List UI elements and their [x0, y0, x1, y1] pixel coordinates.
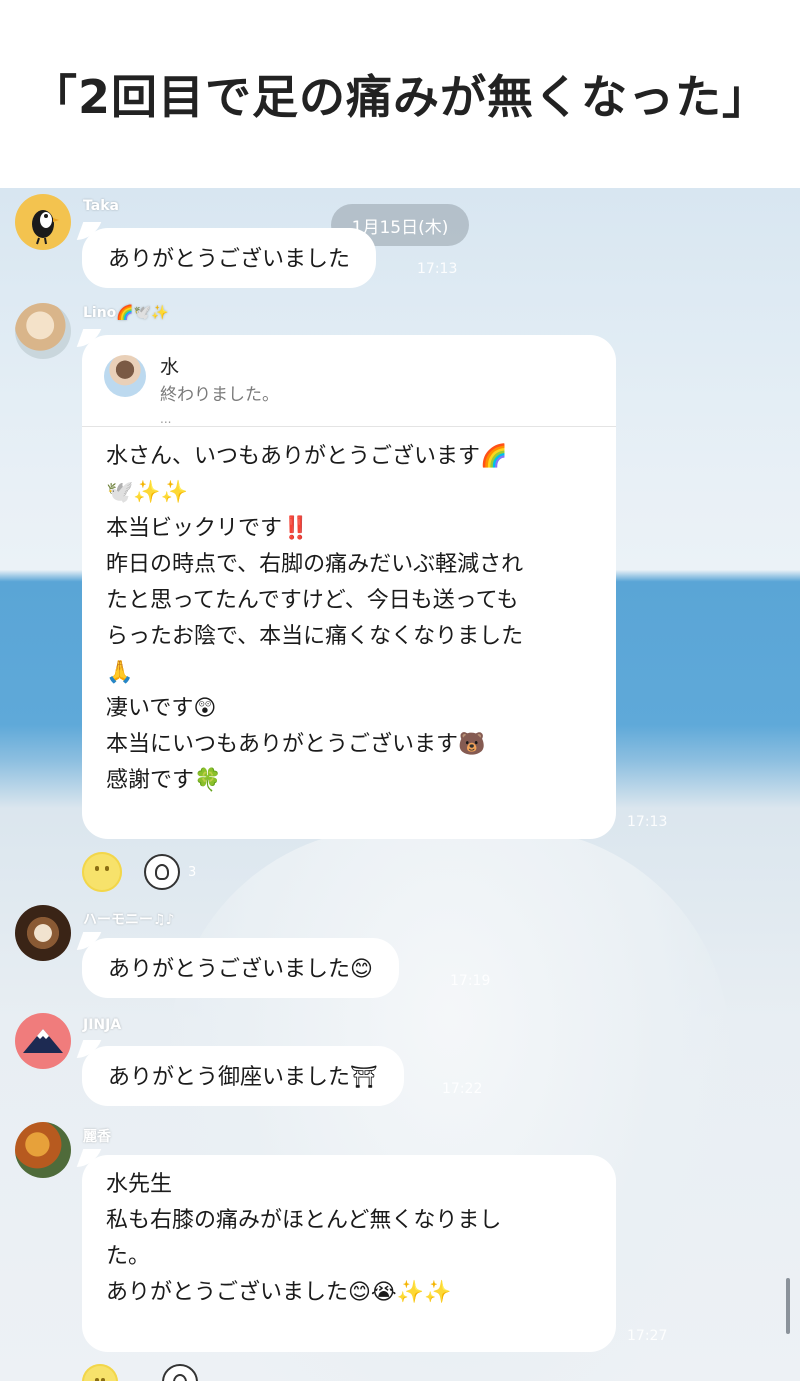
message-line: 昨日の時点で、右脚の痛みだいぶ軽減され [106, 552, 524, 577]
timestamp: 17:27 [627, 1328, 668, 1344]
message-line: 水さん、いつもありがとうございます🌈 [106, 444, 508, 469]
avatar-jinja[interactable] [15, 1013, 71, 1069]
sender-name: Lino🌈🕊️✨ [83, 305, 169, 321]
message-text: 水先生 私も右膝の痛みがほとんど無くなりまし た。 ありがとうございました😊😭✨… [82, 1155, 616, 1323]
message-bubble[interactable]: 水 終わりました。 ... 水さん、いつもありがとうございます🌈 🕊️✨✨ 本当… [82, 335, 616, 839]
message-text: 水さん、いつもありがとうございます🌈 🕊️✨✨ 本当ビックリです‼️ 昨日の時点… [82, 427, 616, 811]
reply-ellipsis: ... [160, 412, 172, 426]
message-line: 水先生 [106, 1172, 173, 1197]
message-line: 感謝です🍀 [106, 768, 222, 793]
reaction-bar[interactable]: 3 [82, 850, 196, 894]
sender-name: Taka [83, 198, 119, 214]
smile-reaction-icon[interactable] [82, 852, 122, 892]
smile-reaction-icon[interactable] [82, 1364, 118, 1381]
message-bubble[interactable]: ありがとうございました [82, 228, 377, 288]
message-line: 本当ビックリです‼️ [106, 516, 310, 541]
message-line: 凄いです😲 [106, 696, 217, 721]
reaction-count: 3 [188, 864, 197, 880]
message-line: 本当にいつもありがとうございます🐻 [106, 732, 486, 757]
timestamp: 17:13 [417, 261, 458, 277]
reaction-bar[interactable] [82, 1364, 198, 1381]
sender-name: ハーモニー♫♪ [83, 912, 175, 928]
reply-text: 終わりました。 [160, 385, 279, 405]
reply-quote[interactable]: 水 終わりました。 ... [82, 335, 616, 427]
hug-reaction-icon[interactable] [162, 1364, 198, 1381]
mountain-icon [23, 1029, 63, 1053]
message-line: 🙏 [106, 660, 134, 685]
message-bubble[interactable]: 水先生 私も右膝の痛みがほとんど無くなりまし た。 ありがとうございました😊😭✨… [82, 1155, 616, 1352]
timestamp: 17:13 [627, 814, 668, 830]
title-banner: 「2回目で足の痛みが無くなった」 [0, 0, 800, 188]
avatar [104, 355, 146, 397]
hug-reaction-icon[interactable] [144, 854, 180, 890]
page-title: 「2回目で足の痛みが無くなった」 [30, 70, 769, 124]
message-line: ありがとうございました😊😭✨✨ [106, 1280, 452, 1305]
message-line: らったお陰で、本当に痛くなくなりました [106, 624, 524, 649]
message-bubble[interactable]: ありがとうございました😊 [82, 938, 399, 998]
message-line: たと思ってたんですけど、今日も送っても [106, 588, 519, 613]
timestamp: 17:22 [442, 1081, 483, 1097]
scrollbar[interactable] [786, 1278, 790, 1334]
bird-icon [32, 210, 59, 245]
message-line: 🕊️✨✨ [106, 480, 189, 505]
sender-name: JINJA [83, 1017, 122, 1033]
message-line: た。 [106, 1244, 151, 1269]
message-bubble[interactable]: ありがとう御座いました⛩ [82, 1046, 404, 1106]
avatar-lino[interactable] [15, 303, 71, 359]
timestamp: 17:19 [450, 973, 491, 989]
message-line: 私も右膝の痛みがほとんど無くなりまし [106, 1208, 502, 1233]
sender-name: 麗香 [83, 1129, 111, 1145]
avatar-taka[interactable] [15, 194, 71, 250]
avatar-reika[interactable] [15, 1122, 71, 1178]
avatar-harmony[interactable] [15, 905, 71, 961]
chat-window[interactable]: 1月15日(木) Taka ありがとうございました 17:13 Lino🌈🕊️✨… [0, 188, 800, 1381]
